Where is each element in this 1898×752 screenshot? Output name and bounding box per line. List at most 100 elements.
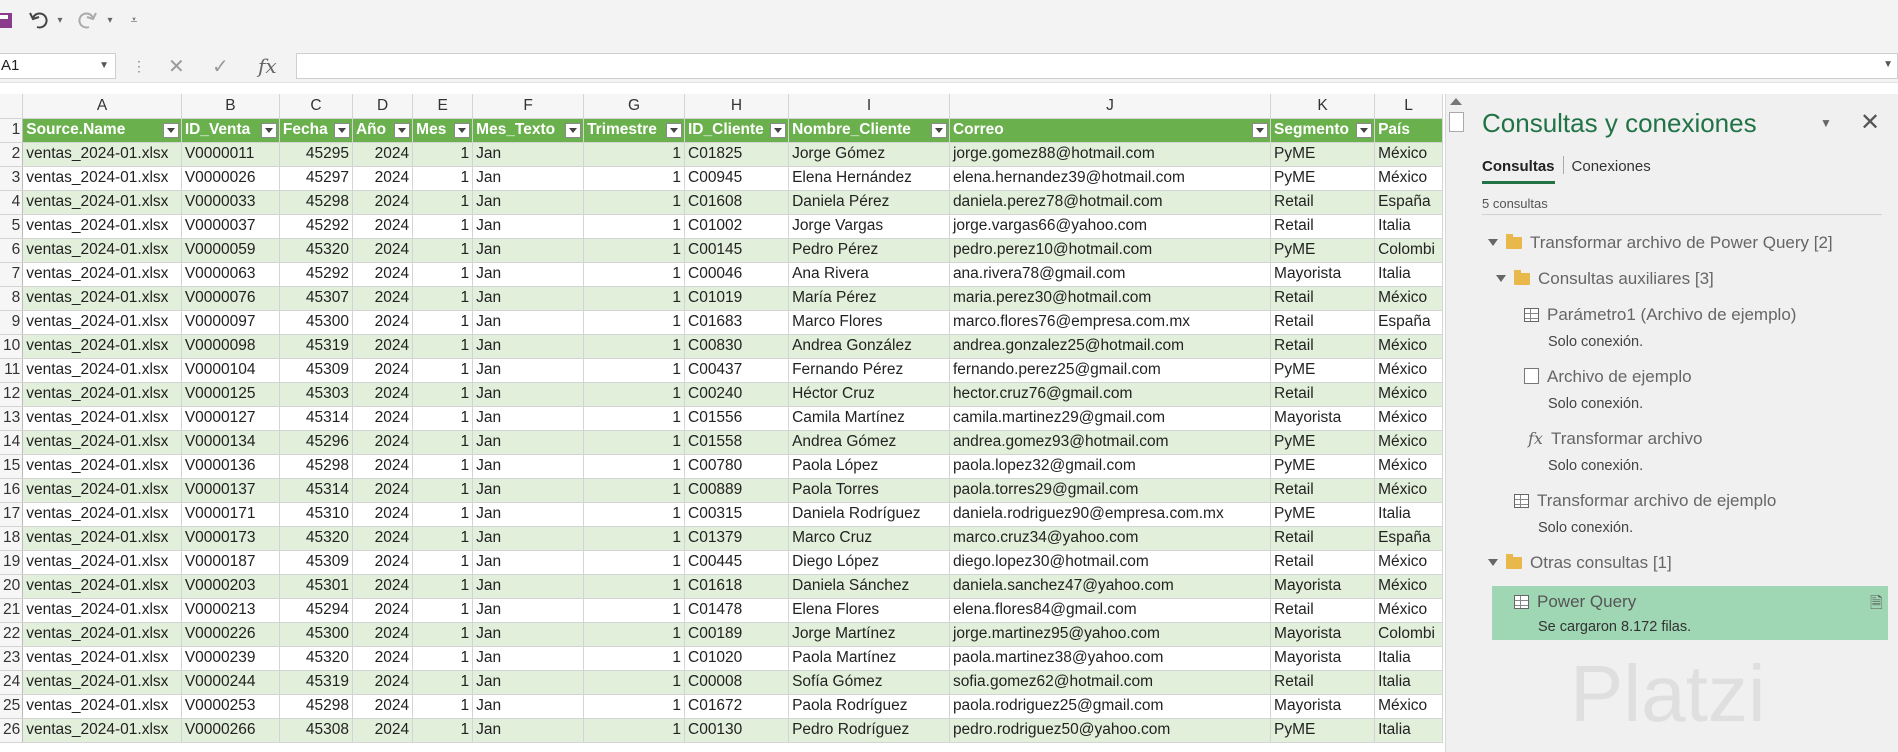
row-header[interactable]: 24 [0, 670, 24, 695]
cell-source[interactable]: ventas_2024-01.xlsx [22, 454, 182, 479]
cell-mail[interactable]: hector.cruz76@gmail.com [949, 382, 1272, 407]
cell-mail[interactable]: paola.martinez38@yahoo.com [949, 646, 1272, 671]
filter-button-icon[interactable] [930, 122, 947, 138]
row-header[interactable]: 17 [0, 502, 24, 527]
cell-mtxt[interactable]: Jan [472, 718, 585, 743]
cell-cli[interactable]: C00189 [684, 622, 790, 647]
cell-source[interactable]: ventas_2024-01.xlsx [22, 166, 182, 191]
cell-anio[interactable]: 2024 [352, 718, 414, 743]
redo-icon[interactable] [74, 8, 100, 32]
cell-id[interactable]: V0000213 [181, 598, 280, 623]
cell-mes[interactable]: 1 [412, 646, 474, 671]
cell-nom[interactable]: Fernando Pérez [788, 358, 950, 383]
cell-source[interactable]: ventas_2024-01.xlsx [22, 646, 182, 671]
cell-anio[interactable]: 2024 [352, 262, 414, 287]
cell-mes[interactable]: 1 [412, 382, 474, 407]
cell-trim[interactable]: 1 [583, 358, 685, 383]
cell-nom[interactable]: Jorge Martínez [788, 622, 950, 647]
cell-trim[interactable]: 1 [583, 574, 685, 599]
cell-seg[interactable]: PyME [1270, 718, 1376, 743]
cell-trim[interactable]: 1 [583, 526, 685, 551]
cell-nom[interactable]: María Pérez [788, 286, 950, 311]
cell-fecha[interactable]: 45320 [279, 238, 353, 263]
cell-fecha[interactable]: 45303 [279, 382, 353, 407]
cell-anio[interactable]: 2024 [352, 286, 414, 311]
cell-mtxt[interactable]: Jan [472, 238, 585, 263]
cell-fecha[interactable]: 45294 [279, 598, 353, 623]
cell-seg[interactable]: Retail [1270, 214, 1376, 239]
cell-cli[interactable]: C01672 [684, 694, 790, 719]
column-header[interactable]: I [788, 94, 950, 119]
cell-seg[interactable]: Mayorista [1270, 574, 1376, 599]
cell-nom[interactable]: Jorge Gómez [788, 142, 950, 167]
formula-input[interactable]: ▼ [296, 53, 1898, 79]
cell-nom[interactable]: Marco Cruz [788, 526, 950, 551]
cell-pais[interactable]: Italia [1374, 502, 1443, 527]
cell-mtxt[interactable]: Jan [472, 478, 585, 503]
cell-source[interactable]: ventas_2024-01.xlsx [22, 286, 182, 311]
cell-fecha[interactable]: 45298 [279, 454, 353, 479]
cell-cli[interactable]: C01608 [684, 190, 790, 215]
cell-mail[interactable]: paola.rodriguez25@gmail.com [949, 694, 1272, 719]
cell-fecha[interactable]: 45298 [279, 190, 353, 215]
table-header-cell[interactable]: Mes [412, 118, 474, 143]
cell-nom[interactable]: Paola Torres [788, 478, 950, 503]
cell-mail[interactable]: marco.flores76@empresa.com.mx [949, 310, 1272, 335]
cell-source[interactable]: ventas_2024-01.xlsx [22, 406, 182, 431]
cell-pais[interactable]: México [1374, 574, 1443, 599]
cell-id[interactable]: V0000253 [181, 694, 280, 719]
cell-mail[interactable]: jorge.gomez88@hotmail.com [949, 142, 1272, 167]
cell-anio[interactable]: 2024 [352, 142, 414, 167]
chevron-down-icon[interactable]: ▼ [99, 54, 109, 78]
table-header-cell[interactable]: Nombre_Cliente [788, 118, 950, 143]
row-header[interactable]: 15 [0, 454, 24, 479]
cell-pais[interactable]: Italia [1374, 262, 1443, 287]
cell-pais[interactable]: México [1374, 166, 1443, 191]
row-header[interactable]: 13 [0, 406, 24, 431]
row-header[interactable]: 21 [0, 598, 24, 623]
column-header[interactable]: D [352, 94, 414, 119]
cell-anio[interactable]: 2024 [352, 190, 414, 215]
cell-cli[interactable]: C01002 [684, 214, 790, 239]
cell-pais[interactable]: Italia [1374, 646, 1443, 671]
cell-source[interactable]: ventas_2024-01.xlsx [22, 550, 182, 575]
cell-pais[interactable]: Italia [1374, 718, 1443, 743]
cell-trim[interactable]: 1 [583, 310, 685, 335]
cell-seg[interactable]: Mayorista [1270, 262, 1376, 287]
cell-id[interactable]: V0000226 [181, 622, 280, 647]
cell-cli[interactable]: C00240 [684, 382, 790, 407]
cell-fecha[interactable]: 45307 [279, 286, 353, 311]
cell-trim[interactable]: 1 [583, 382, 685, 407]
cell-cli[interactable]: C00780 [684, 454, 790, 479]
cell-fecha[interactable]: 45308 [279, 718, 353, 743]
cell-pais[interactable]: Colombi [1374, 238, 1443, 263]
cell-mes[interactable]: 1 [412, 598, 474, 623]
cell-source[interactable]: ventas_2024-01.xlsx [22, 502, 182, 527]
cell-anio[interactable]: 2024 [352, 670, 414, 695]
cell-mtxt[interactable]: Jan [472, 670, 585, 695]
cell-cli[interactable]: C00945 [684, 166, 790, 191]
row-header[interactable]: 11 [0, 358, 24, 383]
column-header[interactable]: B [181, 94, 280, 119]
cell-source[interactable]: ventas_2024-01.xlsx [22, 382, 182, 407]
column-header[interactable]: A [22, 94, 182, 119]
cell-pais[interactable]: México [1374, 358, 1443, 383]
row-header[interactable]: 18 [0, 526, 24, 551]
expand-triangle-icon[interactable] [1496, 275, 1506, 282]
cell-pais[interactable]: México [1374, 406, 1443, 431]
cell-anio[interactable]: 2024 [352, 526, 414, 551]
cell-trim[interactable]: 1 [583, 646, 685, 671]
query-transformar-archivo-ejemplo[interactable]: Transformar archivo de ejemplo [1514, 491, 1776, 511]
cell-anio[interactable]: 2024 [352, 478, 414, 503]
cell-anio[interactable]: 2024 [352, 502, 414, 527]
cell-pais[interactable]: México [1374, 334, 1443, 359]
cell-mail[interactable]: andrea.gonzalez25@hotmail.com [949, 334, 1272, 359]
cell-id[interactable]: V0000026 [181, 166, 280, 191]
cancel-icon[interactable]: ✕ [168, 54, 185, 79]
cell-source[interactable]: ventas_2024-01.xlsx [22, 478, 182, 503]
filter-button-icon[interactable] [394, 122, 411, 138]
cell-nom[interactable]: Pedro Rodríguez [788, 718, 950, 743]
cell-mtxt[interactable]: Jan [472, 166, 585, 191]
cell-id[interactable]: V0000266 [181, 718, 280, 743]
cell-fecha[interactable]: 45319 [279, 334, 353, 359]
